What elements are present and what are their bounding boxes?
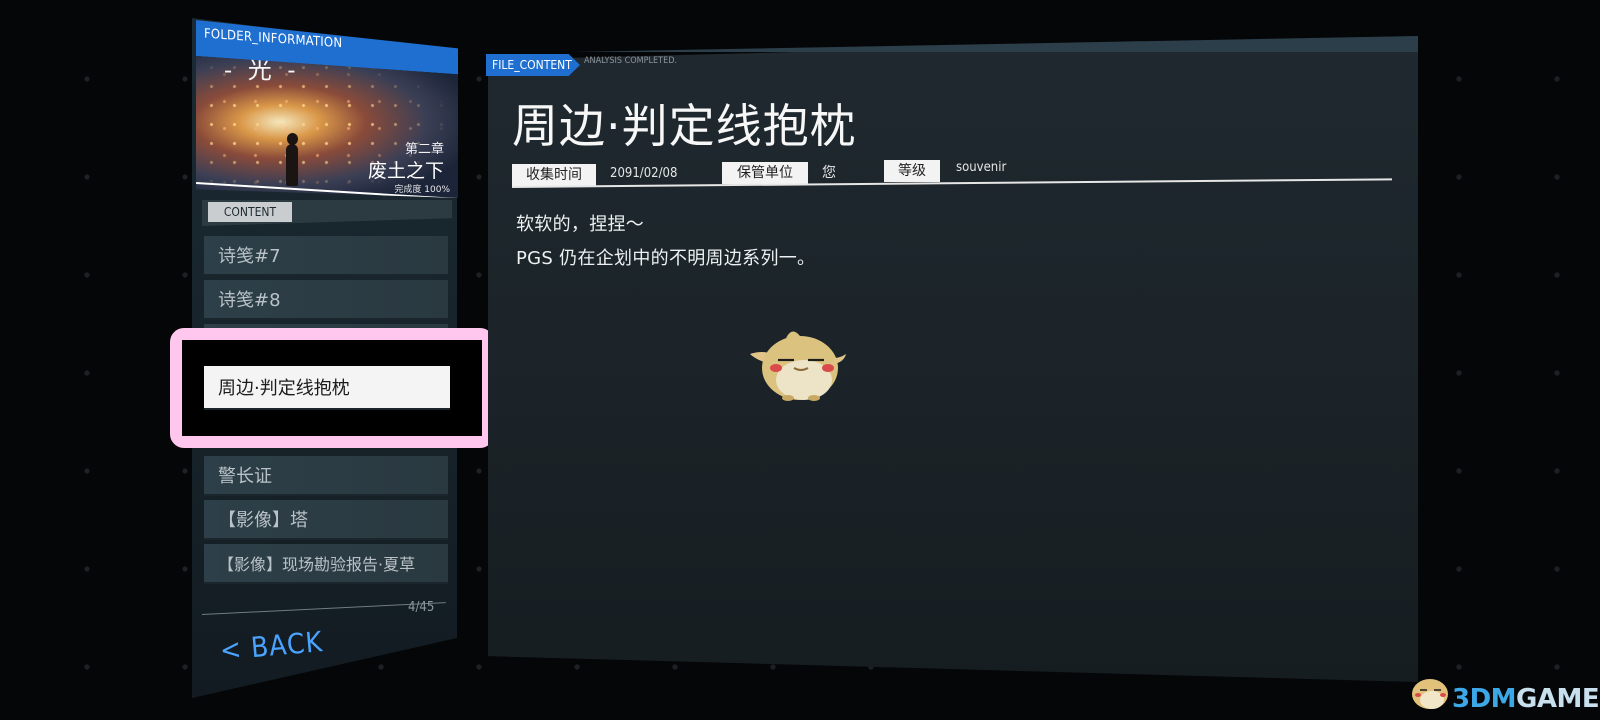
item-title: 周边·判定线抱枕	[512, 99, 857, 153]
chapter-cover-image: - 光 - 第二章 废土之下 完成度 100%	[196, 52, 458, 198]
item-count: 4/45	[408, 600, 435, 615]
list-item[interactable]: 诗笺#8	[204, 280, 448, 320]
watermark-logo: 3DMGAME	[1452, 684, 1600, 714]
watermark-brand-a: 3DM	[1452, 684, 1517, 714]
list-item[interactable]: 警长证	[204, 456, 448, 496]
list-item-selected[interactable]: 周边·判定线抱枕	[204, 366, 450, 410]
watermark-brand-b: GAME	[1516, 684, 1600, 714]
analysis-status: ANALYSIS COMPLETED.	[584, 56, 678, 66]
custodian-value: 您	[822, 165, 836, 181]
collect-time-label: 收集时间	[512, 164, 596, 186]
description-line: 软软的，捏捏～	[516, 214, 645, 235]
grade-value: souvenir	[956, 160, 1007, 175]
list-item[interactable]: 【影像】塔	[204, 500, 448, 540]
list-item-label: 周边·判定线抱枕	[218, 378, 350, 399]
list-item-label: 【影像】塔	[218, 510, 308, 531]
list-item-label: 警长证	[218, 466, 272, 487]
collect-time-value: 2091/02/08	[610, 166, 678, 181]
watermark-mascot-icon	[1412, 679, 1448, 709]
list-item[interactable]: 诗笺#7	[204, 236, 448, 276]
list-item[interactable]: 【影像】现场勘验报告·夏草	[204, 544, 448, 584]
chapter-name: 废土之下	[367, 160, 444, 182]
content-tab: CONTENT	[208, 202, 292, 222]
grade-label: 等级	[884, 160, 940, 182]
list-item-label: 诗笺#8	[218, 290, 281, 311]
cover-figure	[286, 133, 298, 186]
completion-rate: 完成度 100%	[394, 185, 450, 195]
list-item-label: 【影像】现场勘验报告·夏草	[218, 555, 416, 574]
custodian-label: 保管单位	[722, 162, 808, 184]
description-line: PGS 仍在企划中的不明周边系列一。	[516, 248, 816, 269]
pillow-mascot-icon	[750, 331, 846, 401]
list-item-label: 诗笺#7	[218, 246, 281, 267]
file-content-tab: FILE_CONTENT	[486, 54, 580, 76]
chapter-number: 第二章	[404, 142, 444, 157]
